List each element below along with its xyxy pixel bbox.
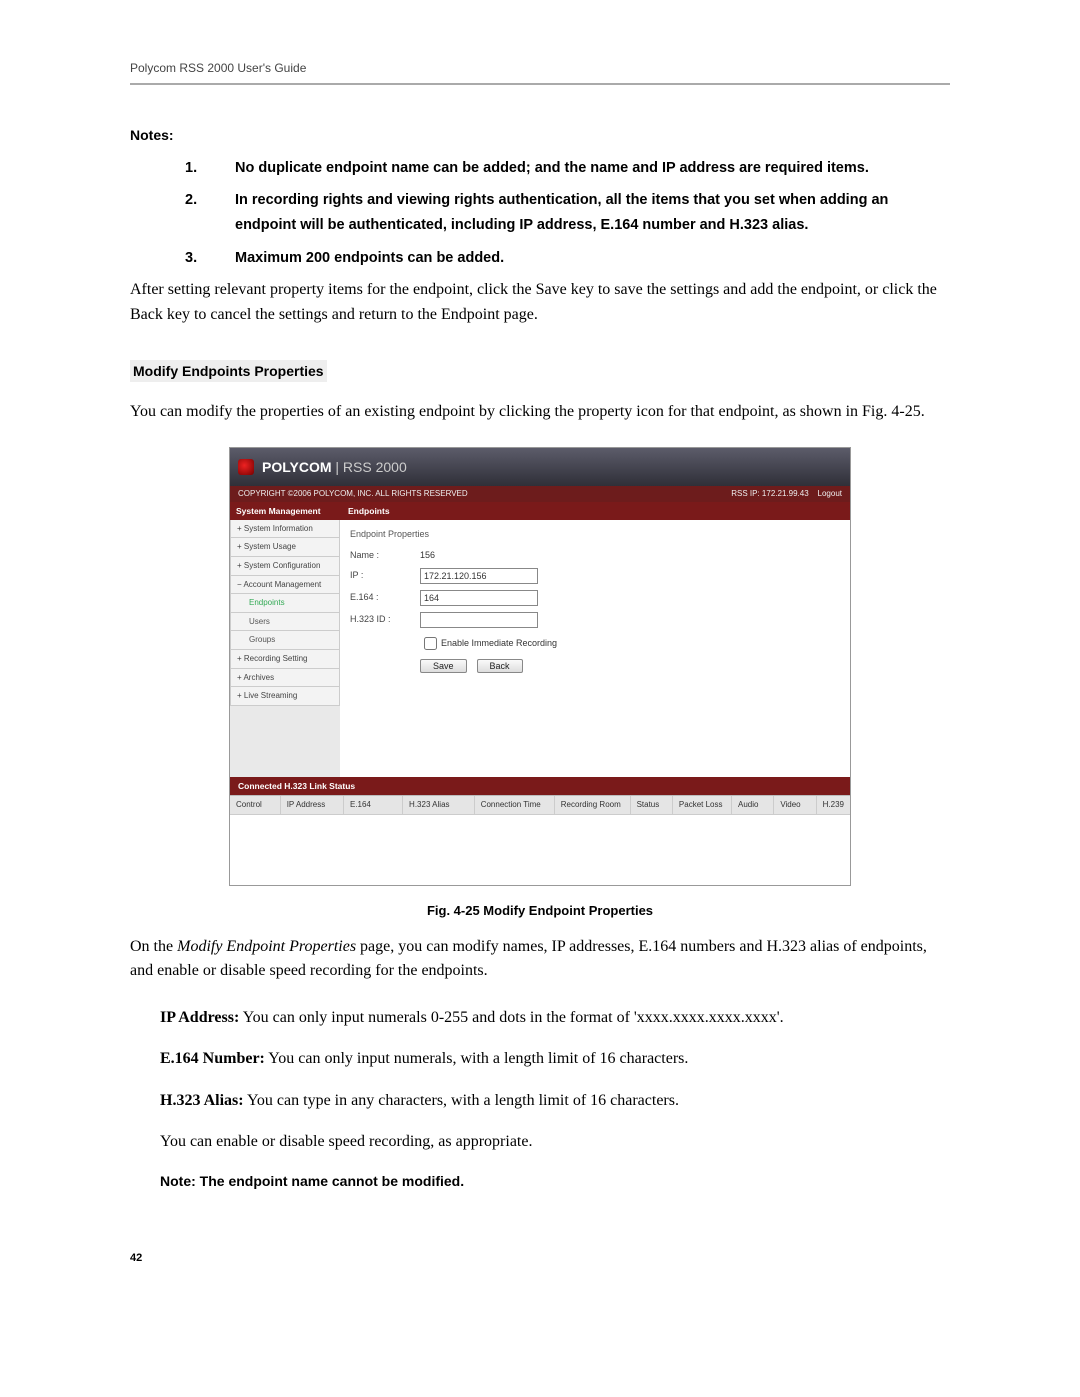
notes-list: 1.No duplicate endpoint name can be adde… <box>130 156 950 271</box>
back-button[interactable]: Back <box>477 659 523 673</box>
e164-label: E.164 : <box>350 591 420 604</box>
link-status-columns: Control IP Address E.164 H.323 Alias Con… <box>230 795 850 814</box>
nav-subitem[interactable]: Groups <box>230 631 340 650</box>
speed-recording-line: You can enable or disable speed recordin… <box>160 1130 950 1153</box>
ip-field[interactable] <box>420 568 538 584</box>
logout-link[interactable]: Logout <box>818 489 842 498</box>
note-text: Maximum 200 endpoints can be added. <box>235 246 950 271</box>
doc-header: Polycom RSS 2000 User's Guide <box>130 60 950 85</box>
nav-item[interactable]: + Archives <box>230 669 340 688</box>
name-label: Name : <box>350 549 420 562</box>
notes-heading: Notes: <box>130 125 950 145</box>
enable-recording-checkbox[interactable] <box>424 637 437 650</box>
main-heading: Endpoints <box>340 502 850 520</box>
note-number: 3. <box>130 246 235 271</box>
panel-title: Endpoint Properties <box>350 528 840 541</box>
rss-ip-label: RSS IP: 172.21.99.43 <box>731 489 808 498</box>
figure-caption: Fig. 4-25 Modify Endpoint Properties <box>130 902 950 921</box>
section-intro: You can modify the properties of an exis… <box>130 400 950 425</box>
save-button[interactable]: Save <box>420 659 467 673</box>
enable-recording-label: Enable Immediate Recording <box>441 637 557 650</box>
note-number: 1. <box>130 156 235 181</box>
h323-lead: H.323 Alias: <box>160 1092 244 1109</box>
nav-heading: System Management <box>230 502 340 520</box>
nav-item[interactable]: + System Configuration <box>230 557 340 576</box>
note-text: In recording rights and viewing rights a… <box>235 188 950 237</box>
brand-text: POLYCOM | RSS 2000 <box>262 457 407 477</box>
nav-item[interactable]: + System Usage <box>230 538 340 557</box>
nav-item[interactable]: + Recording Setting <box>230 650 340 669</box>
figure-screenshot: POLYCOM | RSS 2000 COPYRIGHT ©2006 POLYC… <box>229 447 851 886</box>
h323-field[interactable] <box>420 612 538 628</box>
nav-item[interactable]: + Live Streaming <box>230 687 340 706</box>
nav-subitem-selected[interactable]: Endpoints <box>230 594 340 613</box>
figure-banner: POLYCOM | RSS 2000 <box>230 448 850 486</box>
polycom-logo-icon <box>238 459 254 475</box>
nav-subitem[interactable]: Users <box>230 613 340 632</box>
note-number: 2. <box>130 188 235 237</box>
after-figure-paragraph: On the Modify Endpoint Properties page, … <box>130 935 950 985</box>
nav-item[interactable]: + System Information <box>230 520 340 539</box>
paragraph-after-notes: After setting relevant property items fo… <box>130 278 950 328</box>
field-descriptions: IP Address: You can only input numerals … <box>160 1006 950 1153</box>
link-status-heading: Connected H.323 Link Status <box>230 777 850 795</box>
ip-address-lead: IP Address: <box>160 1009 239 1026</box>
section-heading: Modify Endpoints Properties <box>130 360 327 382</box>
modify-note: Note: The endpoint name cannot be modifi… <box>160 1171 950 1191</box>
e164-field[interactable] <box>420 590 538 606</box>
h323-label: H.323 ID : <box>350 613 420 626</box>
note-text: No duplicate endpoint name can be added;… <box>235 156 950 181</box>
figure-nav: System Management + System Information +… <box>230 502 340 777</box>
link-status-panel: Connected H.323 Link Status Control IP A… <box>230 777 850 885</box>
nav-item[interactable]: − Account Management <box>230 576 340 595</box>
e164-lead: E.164 Number: <box>160 1050 265 1067</box>
page-number: 42 <box>130 1251 950 1267</box>
figure-main: Endpoints Endpoint Properties Name : 156… <box>340 502 850 777</box>
copyright: COPYRIGHT ©2006 POLYCOM, INC. ALL RIGHTS… <box>238 488 468 500</box>
figure-subbar: COPYRIGHT ©2006 POLYCOM, INC. ALL RIGHTS… <box>230 486 850 502</box>
ip-label: IP : <box>350 569 420 582</box>
name-value: 156 <box>420 549 435 562</box>
